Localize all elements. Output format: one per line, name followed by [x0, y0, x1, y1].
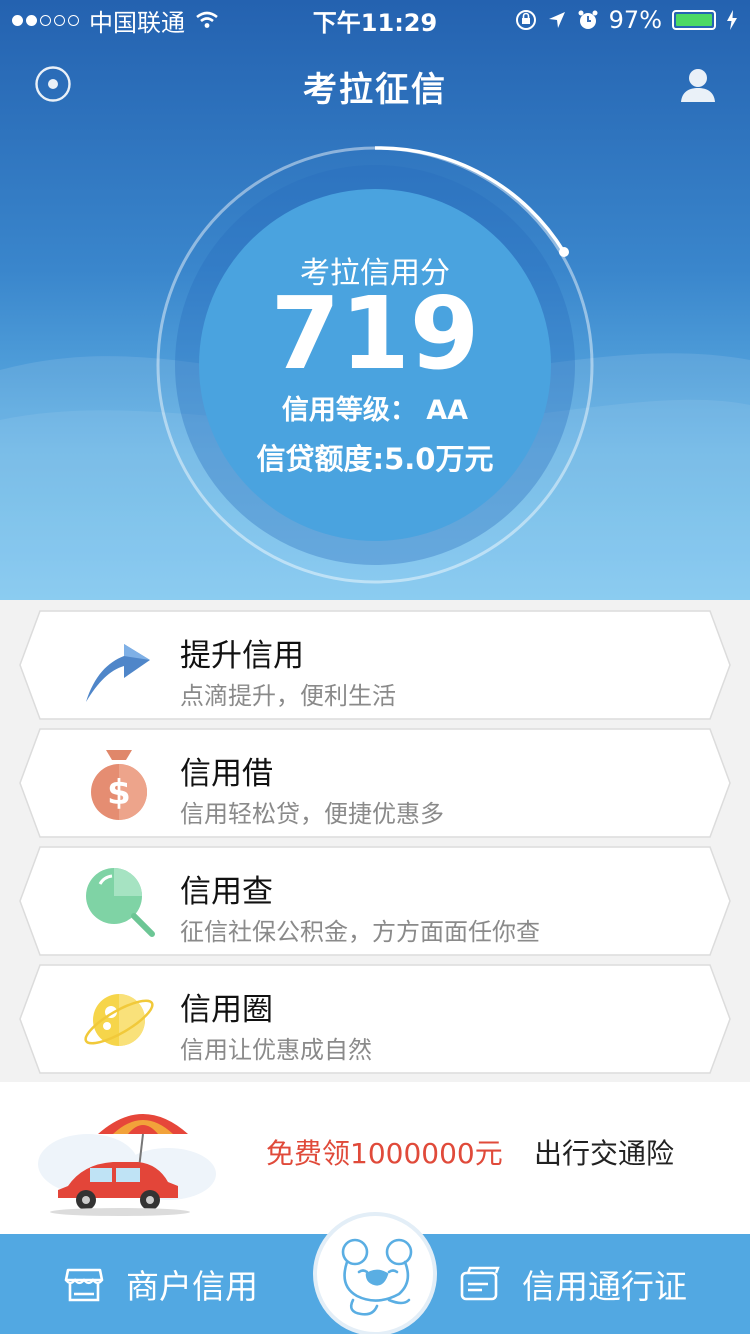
battery-icon [672, 10, 716, 30]
card-credit-circle[interactable]: 信用圈 信用让优惠成自然 [18, 964, 732, 1074]
car-umbrella-illustration [38, 1114, 216, 1216]
planet-icon [84, 994, 154, 1046]
credit-grade: 信用等级： AA [281, 395, 469, 426]
magnifier-icon [86, 868, 155, 937]
score-value: 719 [270, 275, 480, 392]
koala-logo-icon [341, 1238, 413, 1316]
svg-text:$: $ [107, 773, 131, 813]
card-credit-loan[interactable]: $ 信用借 信用轻松贷，便捷优惠多 [18, 728, 732, 838]
credit-quota: 信贷额度:5.0万元 [256, 442, 494, 476]
status-bar: 中国联通 下午11:29 97% [0, 0, 750, 40]
card-subtitle: 点滴提升，便利生活 [180, 682, 396, 710]
money-bag-icon: $ [91, 750, 147, 820]
card-improve-credit[interactable]: 提升信用 点滴提升，便利生活 [18, 610, 732, 720]
card-title: 信用借 [180, 756, 273, 792]
card-icon [460, 1266, 500, 1301]
tab-merchant-credit[interactable]: 商户信用 [62, 1234, 258, 1334]
card-title: 信用查 [180, 874, 273, 910]
status-time: 下午11:29 [312, 8, 438, 37]
koala-home-button[interactable] [313, 1212, 437, 1334]
store-icon [64, 1268, 104, 1302]
hero-header: 中国联通 下午11:29 97% 考拉征信 考拉信用分 719 信用等级： AA… [0, 0, 750, 600]
card-title: 提升信用 [180, 638, 304, 674]
promo-highlight: 免费领1000000元 [266, 1137, 503, 1170]
tab-label: 信用通行证 [522, 1267, 687, 1306]
nav-bar: 考拉征信 [0, 48, 750, 120]
card-subtitle: 信用轻松贷，便捷优惠多 [180, 800, 444, 828]
card-credit-check[interactable]: 信用查 征信社保公积金，方方面面任你查 [18, 846, 732, 956]
promo-text: 出行交通险 [534, 1137, 675, 1170]
page-title: 考拉征信 [303, 70, 447, 110]
tab-label: 商户信用 [126, 1267, 258, 1306]
card-subtitle: 信用让优惠成自然 [180, 1036, 372, 1064]
card-subtitle: 征信社保公积金，方方面面任你查 [180, 918, 540, 946]
card-title: 信用圈 [180, 992, 273, 1028]
user-icon[interactable] [678, 64, 718, 104]
arrow-up-icon [86, 644, 150, 702]
tab-credit-pass[interactable]: 信用通行证 [458, 1234, 687, 1334]
